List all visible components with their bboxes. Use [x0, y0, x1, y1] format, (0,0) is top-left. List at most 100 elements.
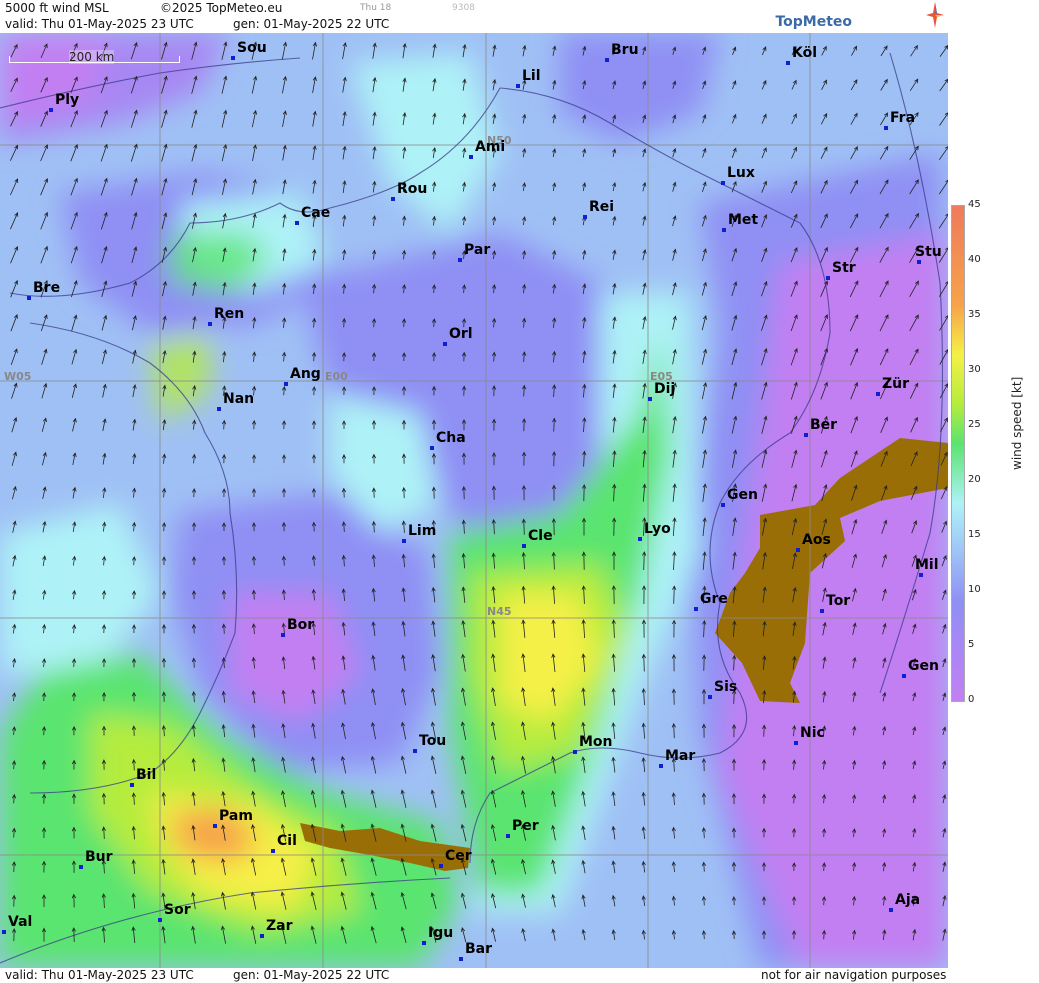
- legend-tick: 10: [968, 584, 981, 595]
- city-label[interactable]: Rei: [589, 199, 614, 215]
- city-label[interactable]: Pam: [219, 808, 253, 824]
- city-marker: [794, 741, 798, 745]
- city-label[interactable]: Aos: [802, 532, 831, 548]
- compass-star-icon: [926, 2, 944, 28]
- city-marker: [158, 918, 162, 922]
- city-label[interactable]: Gen: [908, 658, 939, 674]
- city-marker: [605, 58, 609, 62]
- city-marker: [583, 215, 587, 219]
- city-marker: [439, 864, 443, 868]
- city-marker: [260, 934, 264, 938]
- city-marker: [281, 633, 285, 637]
- city-label[interactable]: Bor: [287, 617, 314, 633]
- city-label[interactable]: Ren: [214, 306, 244, 322]
- city-label[interactable]: Aja: [895, 892, 920, 908]
- disclaimer-text: not for air navigation purposes: [761, 968, 947, 982]
- city-label[interactable]: Cle: [528, 528, 553, 544]
- city-label[interactable]: Val: [8, 914, 32, 930]
- city-label[interactable]: Cil: [277, 833, 297, 849]
- city-label[interactable]: Fra: [890, 110, 915, 126]
- wind-map[interactable]: 200 km N50 N45 W05 E00 E05 Sou Bru Köl Ply Lil Am…: [0, 33, 948, 968]
- legend-tick: 40: [968, 254, 981, 265]
- city-label[interactable]: Zür: [882, 376, 909, 392]
- city-label[interactable]: Lil: [522, 68, 541, 84]
- city-label[interactable]: Par: [464, 242, 490, 258]
- valid-time: valid: Thu 01-May-2025 23 UTC: [5, 17, 194, 31]
- city-marker: [826, 276, 830, 280]
- city-label[interactable]: Bil: [136, 767, 156, 783]
- city-marker: [284, 382, 288, 386]
- city-label[interactable]: Sor: [164, 902, 191, 918]
- city-label[interactable]: Sou: [237, 40, 267, 56]
- city-label[interactable]: Nan: [223, 391, 254, 407]
- city-marker: [522, 544, 526, 548]
- wind-field: [0, 33, 948, 968]
- city-marker: [919, 573, 923, 577]
- wind-speed-legend: 0 5 10 15 20 25 30 35 40 45 wind speed [kt]: [948, 0, 1039, 983]
- footer-generated-time: gen: 01-May-2025 22 UTC: [233, 968, 390, 982]
- city-label[interactable]: Orl: [449, 326, 473, 342]
- city-label[interactable]: Gen: [727, 487, 758, 503]
- map-header: 5000 ft wind MSL ©2025 TopMeteo.eu Thu 1…: [0, 0, 948, 33]
- city-label[interactable]: Str: [832, 260, 856, 276]
- city-label[interactable]: Lux: [727, 165, 755, 181]
- city-marker: [271, 849, 275, 853]
- city-marker: [659, 764, 663, 768]
- city-marker: [786, 61, 790, 65]
- city-marker: [217, 407, 221, 411]
- legend-tick: 30: [968, 364, 981, 375]
- city-marker: [506, 834, 510, 838]
- map-footer: valid: Thu 01-May-2025 23 UTC gen: 01-Ma…: [0, 968, 948, 983]
- city-marker: [722, 228, 726, 232]
- city-label[interactable]: Mon: [579, 734, 613, 750]
- city-label[interactable]: Tou: [419, 733, 446, 749]
- city-label[interactable]: Stu: [915, 244, 942, 260]
- city-marker: [231, 56, 235, 60]
- city-label[interactable]: Cae: [301, 205, 330, 221]
- city-label[interactable]: Mil: [915, 557, 939, 573]
- grid-label: E00: [325, 370, 348, 383]
- city-label[interactable]: Per: [512, 818, 539, 834]
- city-marker: [422, 941, 426, 945]
- city-label[interactable]: Bru: [611, 42, 639, 58]
- city-label[interactable]: Dij: [654, 381, 675, 397]
- city-marker: [391, 197, 395, 201]
- color-bar: [951, 205, 965, 702]
- city-label[interactable]: Zar: [266, 918, 293, 934]
- city-label[interactable]: Lim: [408, 523, 436, 539]
- city-label[interactable]: Lyo: [644, 521, 671, 537]
- city-label[interactable]: Ber: [810, 417, 837, 433]
- city-label[interactable]: Igu: [428, 925, 453, 941]
- city-label[interactable]: Ang: [290, 366, 321, 382]
- city-marker: [884, 126, 888, 130]
- city-label[interactable]: Bre: [33, 280, 60, 296]
- grid-label: W05: [4, 370, 32, 383]
- city-marker: [721, 181, 725, 185]
- city-marker: [469, 155, 473, 159]
- city-marker: [49, 108, 53, 112]
- scale-bar-label: 200 km: [69, 50, 115, 64]
- city-label[interactable]: Nic: [800, 725, 825, 741]
- city-label[interactable]: Tor: [826, 593, 850, 609]
- city-label[interactable]: Cha: [436, 430, 466, 446]
- city-label[interactable]: Bur: [85, 849, 113, 865]
- city-marker: [796, 548, 800, 552]
- legend-tick: 45: [968, 199, 981, 210]
- city-label[interactable]: Köl: [792, 45, 817, 61]
- legend-tick: 20: [968, 474, 981, 485]
- city-marker: [79, 865, 83, 869]
- city-marker: [213, 824, 217, 828]
- city-label[interactable]: Ami: [475, 139, 505, 155]
- city-label[interactable]: Mar: [665, 748, 695, 764]
- city-marker: [458, 258, 462, 262]
- city-label[interactable]: Gre: [700, 591, 728, 607]
- city-label[interactable]: Met: [728, 212, 758, 228]
- city-marker: [708, 695, 712, 699]
- city-label[interactable]: Cer: [445, 848, 472, 864]
- city-label[interactable]: Ply: [55, 92, 79, 108]
- city-label[interactable]: Sis: [714, 679, 737, 695]
- city-label[interactable]: Rou: [397, 181, 427, 197]
- legend-tick: 5: [968, 639, 975, 650]
- copyright-text: ©2025 TopMeteo.eu: [160, 1, 283, 15]
- city-label[interactable]: Bar: [465, 941, 492, 957]
